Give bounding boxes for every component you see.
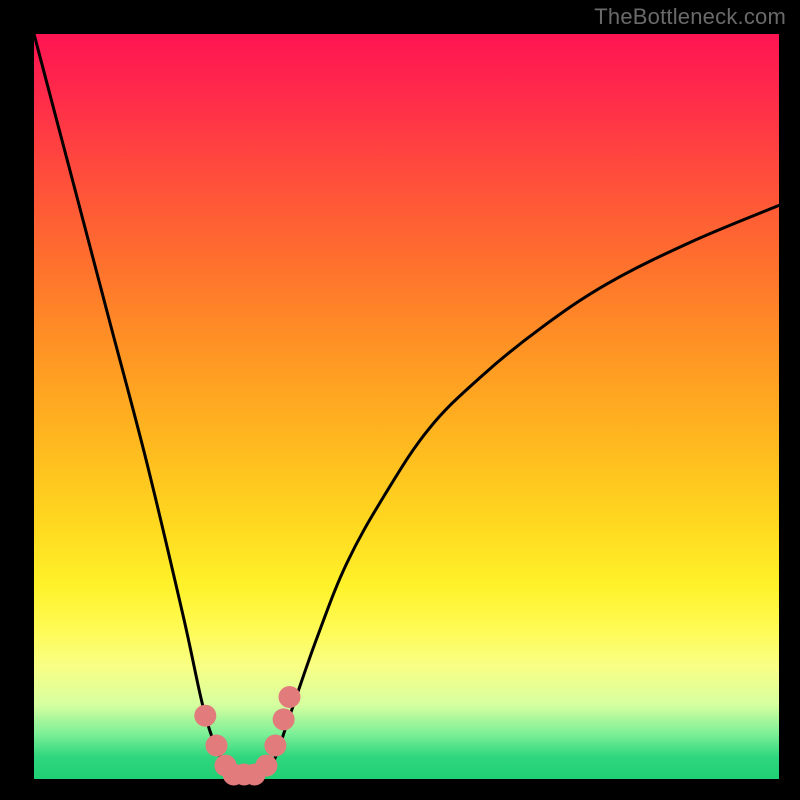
highlight-dot — [273, 708, 295, 730]
chart-svg — [34, 34, 779, 779]
highlight-dot — [194, 705, 216, 727]
chart-frame: TheBottleneck.com — [0, 0, 800, 800]
bottleneck-curve — [34, 34, 779, 780]
highlight-dot — [255, 755, 277, 777]
highlight-dot — [264, 735, 286, 757]
watermark-text: TheBottleneck.com — [594, 4, 786, 30]
highlight-dot — [206, 735, 228, 757]
chart-plot-area — [34, 34, 779, 779]
highlight-dot — [279, 686, 301, 708]
